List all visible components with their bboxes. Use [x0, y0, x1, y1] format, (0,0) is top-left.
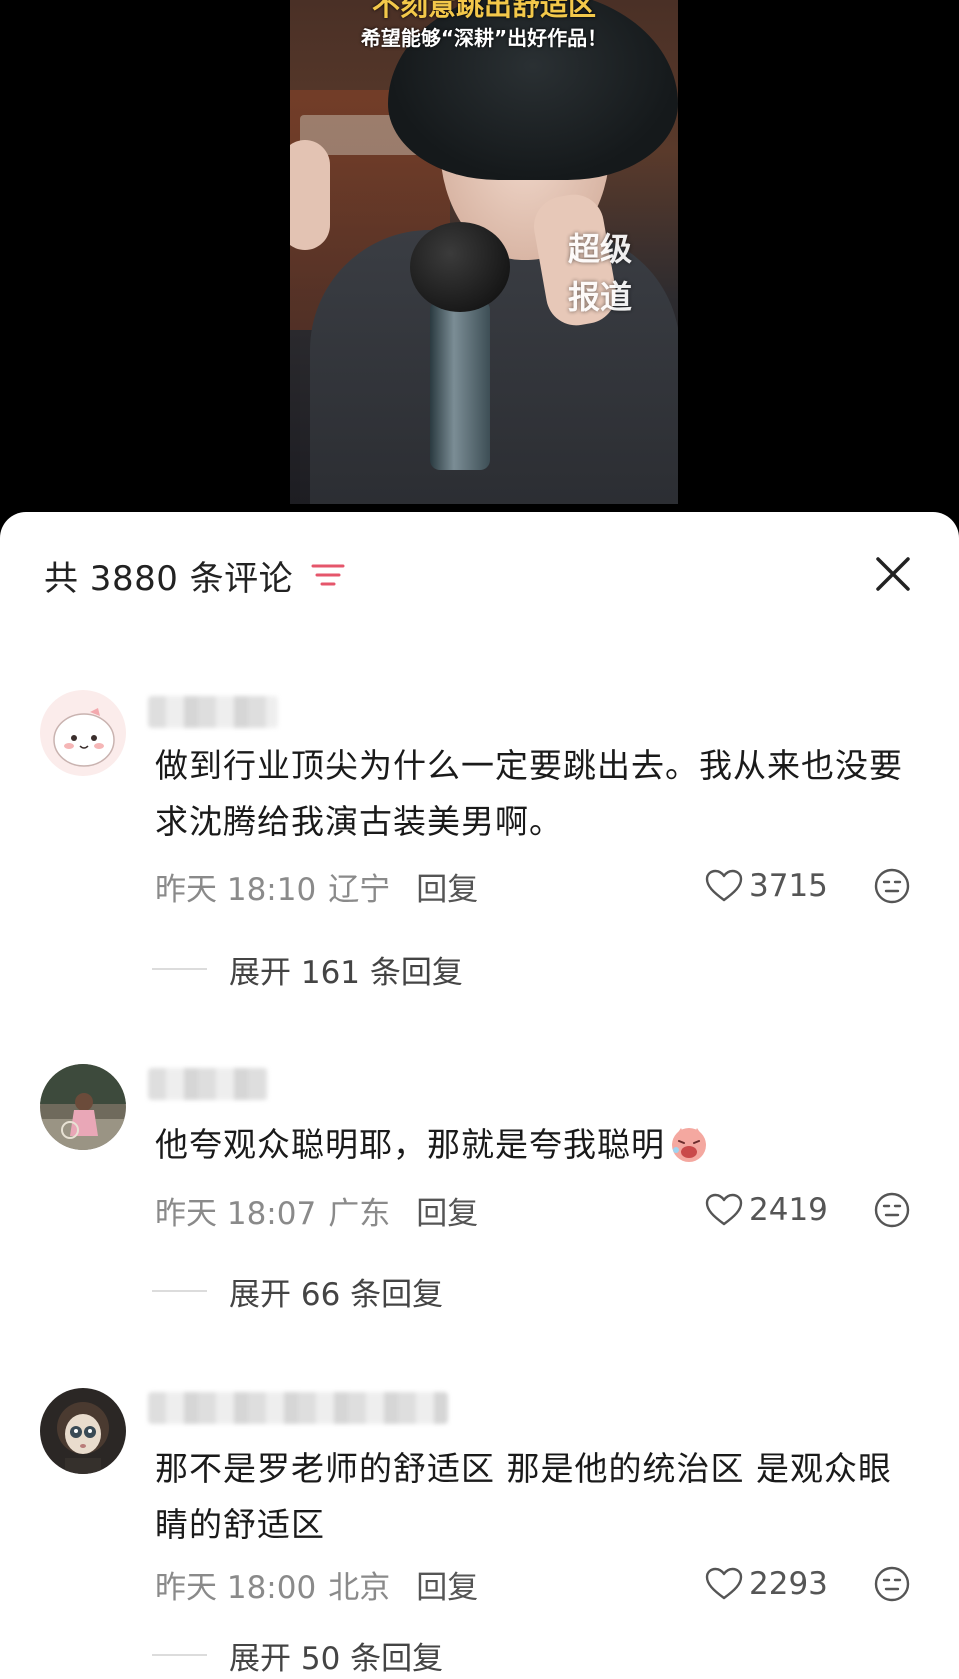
like-count: 2293: [749, 1566, 828, 1602]
comment-meta: 昨天 18:07 广东 回复: [155, 1188, 478, 1232]
like-button[interactable]: 2419: [705, 1188, 828, 1232]
reaction-emoji-button[interactable]: [873, 1565, 911, 1603]
expand-replies-button[interactable]: 展开 66 条回复: [152, 1269, 443, 1313]
comment-time: 昨天 18:07: [155, 1195, 317, 1232]
reply-button[interactable]: 回复: [416, 1188, 478, 1233]
username-blurred[interactable]: [148, 1392, 448, 1424]
heart-icon: [705, 869, 743, 902]
heart-icon: [705, 1193, 743, 1226]
reply-button[interactable]: 回复: [416, 864, 478, 909]
comment-sheet-header: 共 3880 条评论: [44, 550, 345, 600]
reaction-emoji-button[interactable]: [873, 1191, 911, 1229]
expand-replies-label: 展开 66 条回复: [229, 1276, 444, 1313]
video-player[interactable]: 不刻意跳出舒适区 希望能够“深耕”出好作品！ 超级 报道: [290, 0, 678, 504]
comment-location: 辽宁: [328, 871, 391, 908]
watermark-line: 报道: [568, 278, 633, 316]
reaction-emoji-button[interactable]: [873, 867, 911, 905]
comment-text: 他夸观众聪明耶，那就是夸我聪明: [155, 1117, 925, 1173]
screen: 不刻意跳出舒适区 希望能够“深耕”出好作品！ 超级 报道 共 3880 条评论: [0, 0, 959, 1679]
video-person-hand: [290, 140, 330, 250]
divider-line: [152, 968, 207, 970]
username-blurred[interactable]: [148, 1068, 268, 1100]
comment-count: 共 3880 条评论: [44, 558, 294, 599]
watermark-line: 超级: [568, 230, 633, 268]
avatar[interactable]: [40, 1064, 126, 1150]
comment-text: 那不是罗老师的舒适区 那是他的统治区 是观众眼睛的舒适区: [155, 1449, 892, 1544]
comment-sheet: 共 3880 条评论 做到行业顶尖为什么一定要跳出去。我从来也没要求沈腾给我演古…: [0, 512, 959, 1679]
neutral-face-icon: [874, 868, 910, 904]
comment-location: 北京: [328, 1569, 391, 1606]
comment-meta: 昨天 18:10 辽宁 回复: [155, 864, 478, 908]
laughing-pig-emoji-icon: [672, 1128, 706, 1162]
close-button[interactable]: [869, 550, 917, 598]
comment-time: 昨天 18:00: [155, 1569, 317, 1606]
reply-button[interactable]: 回复: [416, 1562, 478, 1607]
neutral-face-icon: [874, 1566, 910, 1602]
comment-text: 做到行业顶尖为什么一定要跳出去。我从来也没要求沈腾给我演古装美男啊。: [155, 746, 903, 841]
expand-replies-button[interactable]: 展开 50 条回复: [152, 1633, 443, 1677]
like-button[interactable]: 2293: [705, 1562, 828, 1606]
microphone-head: [410, 222, 510, 312]
heart-icon: [705, 1567, 743, 1600]
microphone-body: [430, 300, 490, 470]
comment-meta: 昨天 18:00 北京 回复: [155, 1562, 478, 1606]
username-blurred[interactable]: [148, 696, 278, 728]
video-caption-subtitle: 希望能够“深耕”出好作品！: [360, 26, 608, 50]
comment-location: 广东: [328, 1195, 391, 1232]
divider-line: [152, 1290, 207, 1292]
like-count: 3715: [749, 868, 828, 904]
comment-text-content: 他夸观众聪明耶，那就是夸我聪明: [155, 1125, 665, 1164]
avatar[interactable]: [40, 1388, 126, 1474]
expand-replies-label: 展开 50 条回复: [229, 1640, 444, 1677]
comment-time: 昨天 18:10: [155, 871, 317, 908]
sort-filter-icon[interactable]: [311, 560, 345, 590]
expand-replies-button[interactable]: 展开 161 条回复: [152, 947, 463, 991]
neutral-face-icon: [874, 1192, 910, 1228]
expand-replies-label: 展开 161 条回复: [229, 954, 463, 991]
divider-line: [152, 1654, 207, 1656]
like-count: 2419: [749, 1192, 828, 1228]
close-icon: [876, 557, 910, 591]
avatar[interactable]: [40, 690, 126, 776]
like-button[interactable]: 3715: [705, 864, 828, 908]
video-watermark: 超级 报道: [568, 225, 668, 321]
video-caption-title: 不刻意跳出舒适区: [371, 0, 596, 22]
